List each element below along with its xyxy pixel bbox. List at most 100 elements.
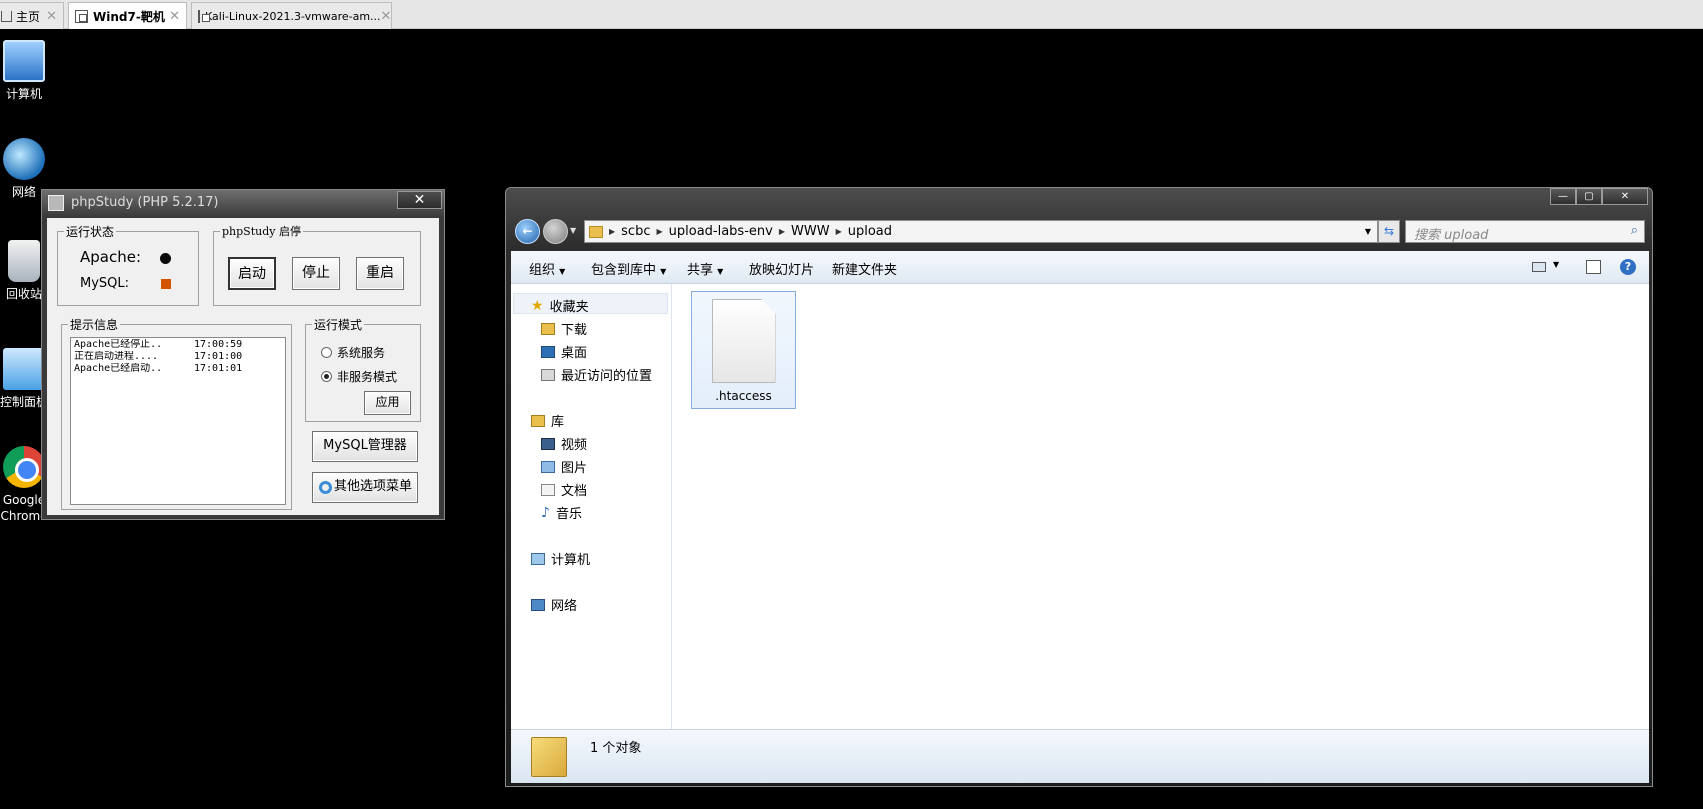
breadcrumb-item[interactable]: scbc xyxy=(621,224,650,239)
stop-button[interactable]: 停止 xyxy=(292,257,340,290)
recycle-bin-icon xyxy=(8,240,40,282)
nav-downloads[interactable]: 下载 xyxy=(541,319,587,338)
pictures-icon xyxy=(541,460,555,473)
caption-buttons: — ▢ ✕ xyxy=(1550,188,1648,205)
maximize-button[interactable]: ▢ xyxy=(1576,188,1602,205)
downloads-icon xyxy=(541,322,555,335)
organize-menu[interactable]: 组织 ▼ xyxy=(529,259,565,278)
network-icon xyxy=(3,138,45,180)
close-icon[interactable]: ✕ xyxy=(169,9,180,24)
nav-computer[interactable]: 计算机 xyxy=(531,549,590,568)
nav-network[interactable]: 网络 xyxy=(531,595,577,614)
close-button[interactable]: ✕ xyxy=(1602,188,1648,205)
close-icon[interactable]: ✕ xyxy=(46,9,57,24)
nav-libraries-label: 库 xyxy=(551,415,565,430)
address-dropdown-icon[interactable]: ▼ xyxy=(1365,227,1371,236)
help-icon[interactable]: ? xyxy=(1620,259,1636,275)
breadcrumb-item[interactable]: WWW xyxy=(791,224,830,239)
info-group-title: 提示信息 xyxy=(68,316,121,333)
mysql-manager-button[interactable]: MySQL管理器 xyxy=(312,431,418,462)
library-icon xyxy=(531,414,545,427)
back-button[interactable]: ← xyxy=(515,219,540,244)
apply-button[interactable]: 应用 xyxy=(364,391,411,415)
desktop-icon-computer[interactable]: 计算机 xyxy=(0,40,48,102)
minimize-button[interactable]: — xyxy=(1550,188,1576,205)
file-item[interactable]: .htaccess xyxy=(691,291,796,409)
share-menu[interactable]: 共享 ▼ xyxy=(687,259,723,278)
nav-libraries[interactable]: 库 xyxy=(531,411,564,430)
slideshow-button[interactable]: 放映幻灯片 xyxy=(749,259,814,278)
nav-desktop[interactable]: 桌面 xyxy=(541,342,587,361)
tab-home-label: 主页 xyxy=(16,9,41,24)
preview-pane-icon[interactable] xyxy=(1586,260,1601,274)
close-button[interactable]: ✕ xyxy=(397,191,442,209)
share-label: 共享 xyxy=(687,263,714,278)
new-folder-button[interactable]: 新建文件夹 xyxy=(832,259,897,278)
breadcrumb-separator-icon[interactable]: ▶ xyxy=(836,227,842,236)
log-time: 17:01:00 xyxy=(194,351,243,362)
command-bar: 组织 ▼ 包含到库中 ▼ 共享 ▼ 放映幻灯片 新建文件夹 ▼ ? xyxy=(511,251,1649,284)
network-icon xyxy=(531,598,545,611)
nav-music-label: 音乐 xyxy=(555,507,582,522)
chevron-down-icon: ▼ xyxy=(717,267,724,276)
log-row: Apache已经启动.. 17:01:01 xyxy=(74,363,282,375)
breadcrumb-separator-icon[interactable]: ▶ xyxy=(656,227,662,236)
file-name: .htaccess xyxy=(715,389,772,403)
tab-home[interactable]: 主页 ✕ xyxy=(0,2,64,29)
nav-recent[interactable]: 最近访问的位置 xyxy=(541,365,652,384)
folder-icon xyxy=(589,225,603,238)
view-icon[interactable] xyxy=(1532,262,1546,272)
vm-tab-bar: 主页 ✕ Wind7-靶机 ✕ Kali-Linux-2021.3-vmware… xyxy=(0,0,1703,29)
computer-icon xyxy=(531,552,545,565)
search-icon[interactable]: ⌕ xyxy=(1631,223,1638,238)
phpstudy-body: 运行状态 Apache: MySQL: phpStudy 启停 启动 停止 重启… xyxy=(47,218,439,515)
start-button[interactable]: 启动 xyxy=(228,257,276,290)
forward-button[interactable] xyxy=(543,219,568,244)
other-options-button[interactable]: 其他选项菜单 xyxy=(312,472,418,503)
nav-favorites[interactable]: ★ 收藏夹 xyxy=(531,296,589,316)
nav-recent-label: 最近访问的位置 xyxy=(561,369,653,384)
computer-icon xyxy=(3,40,45,82)
desktop-icon-label: 计算机 xyxy=(5,87,42,101)
non-service-radio[interactable] xyxy=(321,371,332,382)
desktop-icon-label: 网络 xyxy=(11,185,36,199)
nav-music[interactable]: ♪ 音乐 xyxy=(541,503,582,523)
non-service-label: 非服务模式 xyxy=(337,370,398,384)
phpstudy-app-icon xyxy=(48,195,64,211)
view-chevron-icon[interactable]: ▼ xyxy=(1553,260,1559,269)
navigation-pane: ★ 收藏夹 下载 桌面 最近访问的位置 库 视频 图片 文档 ♪ 音乐 计算机 … xyxy=(511,284,672,729)
tab-win7[interactable]: Wind7-靶机 ✕ xyxy=(68,2,187,29)
nav-downloads-label: 下载 xyxy=(561,323,588,338)
nav-pictures[interactable]: 图片 xyxy=(541,457,587,476)
system-service-label: 系统服务 xyxy=(337,346,386,360)
mysql-status-indicator xyxy=(161,279,171,289)
nav-videos-label: 视频 xyxy=(561,438,588,453)
address-bar[interactable]: ▶ scbc ▶ upload-labs-env ▶ WWW ▶ upload … xyxy=(584,220,1378,243)
include-library-label: 包含到库中 xyxy=(591,263,657,278)
control-panel-icon xyxy=(3,348,45,390)
recent-pages-chevron-icon[interactable]: ▼ xyxy=(570,226,576,235)
system-service-radio[interactable] xyxy=(321,347,332,358)
folder-icon xyxy=(531,737,567,777)
close-icon[interactable]: ✕ xyxy=(381,9,392,24)
nav-documents[interactable]: 文档 xyxy=(541,480,587,499)
include-library-menu[interactable]: 包含到库中 ▼ xyxy=(591,259,666,278)
nav-videos[interactable]: 视频 xyxy=(541,434,587,453)
star-icon: ★ xyxy=(531,297,544,314)
home-icon xyxy=(1,10,12,22)
log-box[interactable]: Apache已经停止.. 17:00:59 正在启动进程.... 17:01:0… xyxy=(70,337,286,505)
breadcrumb-item[interactable]: upload xyxy=(848,224,892,239)
mode-group-title: 运行模式 xyxy=(312,316,365,333)
apache-status-indicator xyxy=(160,253,171,264)
log-message: Apache已经停止.. xyxy=(74,339,163,350)
log-row: 正在启动进程.... 17:01:00 xyxy=(74,351,282,363)
breadcrumb-separator-icon[interactable]: ▶ xyxy=(609,227,615,236)
restart-button[interactable]: 重启 xyxy=(356,257,404,290)
gear-icon xyxy=(319,481,332,494)
search-input[interactable]: 搜索 upload ⌕ xyxy=(1405,220,1645,243)
phpstudy-titlebar[interactable]: phpStudy (PHP 5.2.17) ✕ xyxy=(42,190,444,216)
refresh-button[interactable]: ⇆ xyxy=(1378,220,1400,243)
breadcrumb-separator-icon[interactable]: ▶ xyxy=(779,227,785,236)
breadcrumb-item[interactable]: upload-labs-env xyxy=(669,224,773,239)
tab-kali[interactable]: Kali-Linux-2021.3-vmware-am... ✕ xyxy=(191,2,392,29)
